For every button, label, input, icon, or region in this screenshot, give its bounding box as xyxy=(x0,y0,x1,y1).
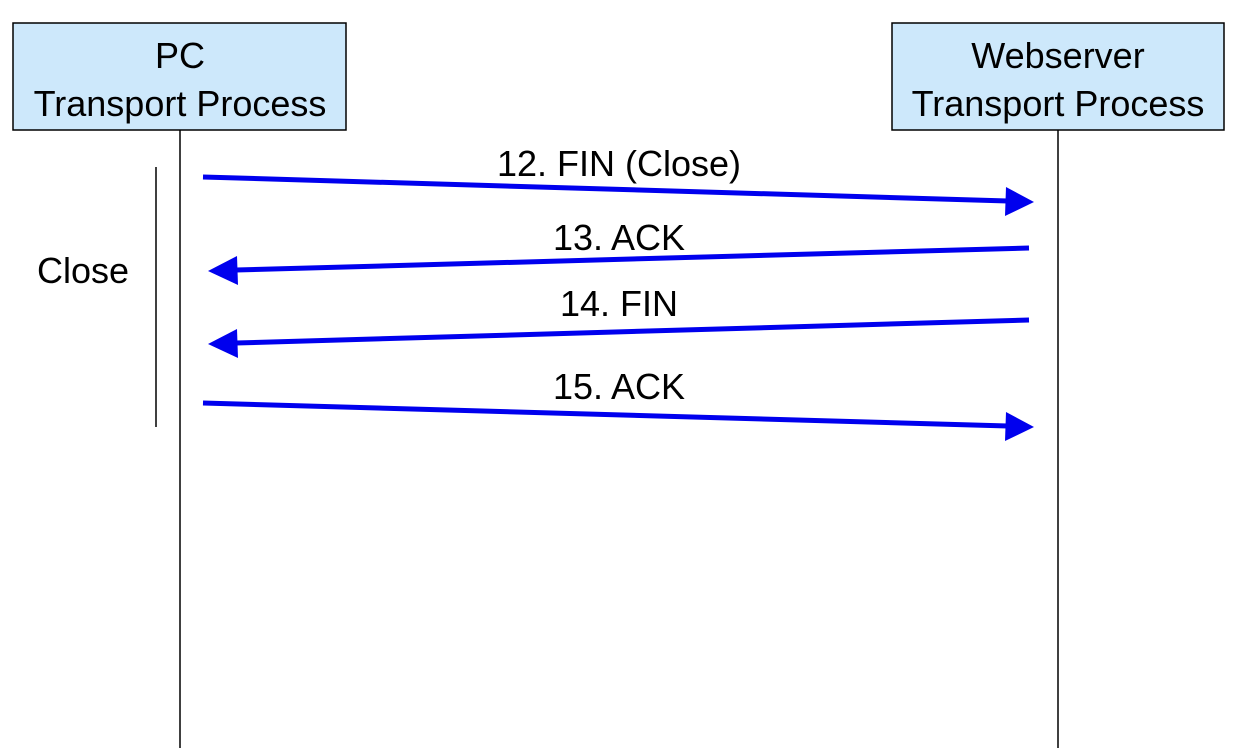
message-15-arrowhead xyxy=(1005,412,1034,441)
participant-webserver-title: Webserver xyxy=(971,35,1144,76)
participant-pc: PC Transport Process xyxy=(12,22,347,131)
participant-webserver: Webserver Transport Process xyxy=(891,22,1225,131)
message-14: 14. FIN xyxy=(208,283,1030,358)
message-15-label: 15. ACK xyxy=(553,366,685,407)
message-14-arrowhead xyxy=(208,329,238,358)
participant-pc-title: PC xyxy=(155,35,205,76)
message-15: 15. ACK xyxy=(202,366,1034,441)
phase-label: Close xyxy=(37,250,129,291)
message-14-label: 14. FIN xyxy=(560,283,678,324)
message-12-label: 12. FIN (Close) xyxy=(497,143,741,184)
message-13: 13. ACK xyxy=(208,217,1030,285)
participant-pc-subtitle: Transport Process xyxy=(34,83,327,124)
message-12-arrowhead xyxy=(1005,187,1034,216)
message-13-label: 13. ACK xyxy=(553,217,685,258)
message-13-arrowhead xyxy=(208,256,238,285)
participant-webserver-subtitle: Transport Process xyxy=(912,83,1205,124)
sequence-diagram: PC Transport Process Webserver Transport… xyxy=(12,22,1225,748)
message-12: 12. FIN (Close) xyxy=(202,143,1034,216)
